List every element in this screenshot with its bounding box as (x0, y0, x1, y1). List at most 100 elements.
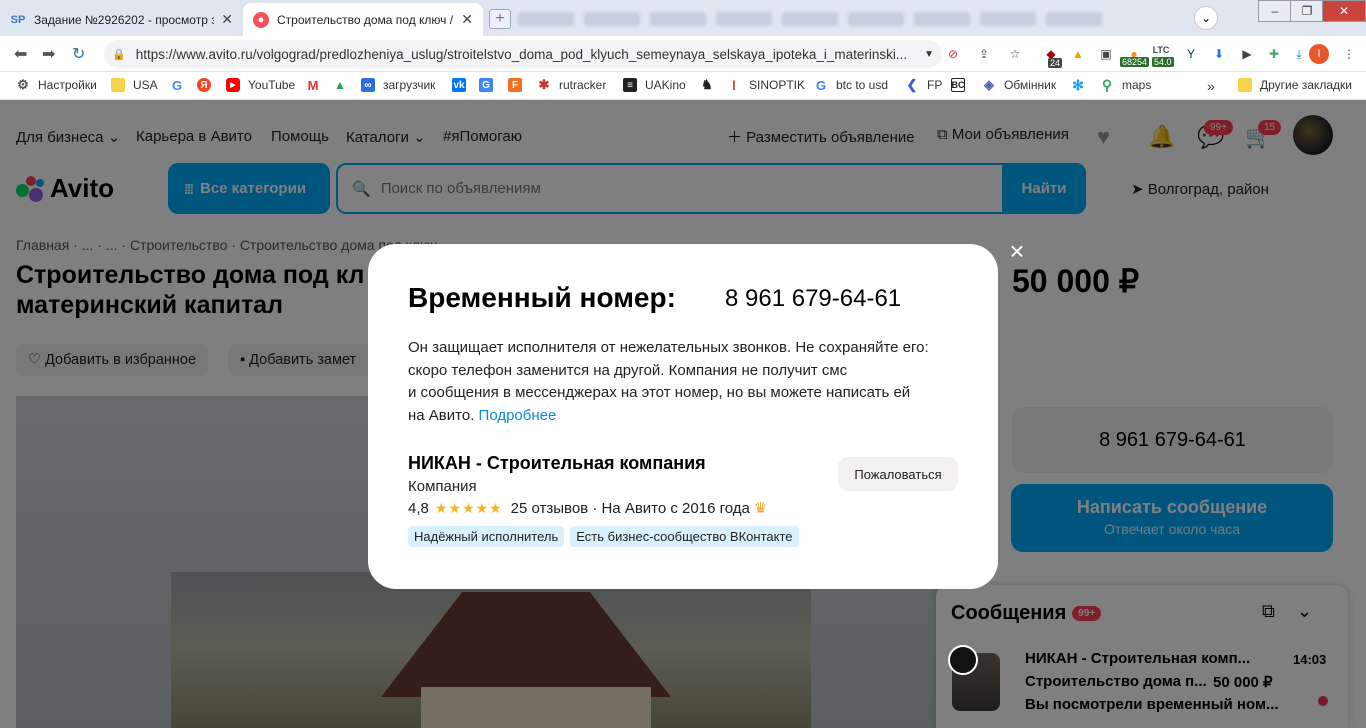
bookmark-snowflake[interactable]: ✻ (1071, 76, 1093, 93)
bookmark-exchange[interactable]: ◈ Обмінник (982, 77, 1057, 92)
bookmark-btc[interactable]: Gbtc to usd (814, 77, 889, 93)
chevron-down-icon[interactable]: ▼ (924, 49, 934, 60)
reload-icon[interactable]: ↻ (72, 44, 85, 64)
bookmark-google[interactable]: G (170, 77, 192, 93)
profile-icon[interactable]: I (1309, 44, 1329, 64)
downloads-icon[interactable]: ⤓ (1290, 44, 1308, 64)
rating-value: 4,8 (408, 499, 429, 517)
rutracker-icon: ✱ (538, 77, 550, 92)
tab-avito[interactable]: ● Строительство дома под ключ / С ✕ (243, 3, 483, 36)
complain-button[interactable]: Пожаловаться (838, 457, 958, 491)
menu-icon[interactable]: ⋮ (1340, 44, 1358, 64)
uakino-icon: ≡ (623, 78, 637, 92)
temporary-number-modal: Временный номер: 8 961 679-64-61 Он защи… (368, 244, 998, 589)
bookmark-label: maps (1122, 78, 1152, 92)
bookmark-label: USA (133, 78, 158, 92)
exchange-icon: ◈ (984, 77, 994, 92)
thermometer-icon: ǀ (732, 77, 736, 93)
tag-reliable: Надёжный исполнитель (408, 526, 565, 547)
snowflake-icon: ✻ (1072, 76, 1084, 93)
yandex-icon: Я (197, 78, 211, 92)
address-bar-row: ⬅ ➡ ↻ 🔒 https://www.avito.ru/volgograd/p… (0, 36, 1366, 72)
download-ext-icon[interactable]: ⬇ (1210, 44, 1228, 64)
vk-icon: vk (452, 78, 466, 92)
share-icon[interactable]: ⇪ (975, 44, 993, 64)
youtube-icon: ▶ (226, 78, 240, 92)
bookmark-f[interactable]: F (508, 78, 530, 92)
more-link[interactable]: Подробнее (479, 407, 557, 424)
terminal-icon[interactable]: ▶ (1238, 44, 1256, 64)
blocked-popup-icon[interactable]: ⊘ (944, 44, 962, 64)
bookmark-bc[interactable]: BC (951, 78, 973, 92)
company-type: Компания (408, 478, 477, 495)
bookmarks-overflow[interactable]: » (1207, 78, 1215, 94)
back-icon[interactable]: ⬅ (14, 44, 27, 64)
google-icon: G (815, 77, 827, 93)
tab-search-icon[interactable]: ⌄ (1194, 6, 1218, 30)
bookmark-maps[interactable]: ⚲ maps (1100, 76, 1152, 93)
company-avatar (948, 645, 978, 675)
bookmark-label: загрузчик (383, 78, 436, 92)
bookmark-loader[interactable]: ∞ загрузчик (361, 78, 435, 92)
bookmark-label: Другие закладки (1260, 78, 1352, 92)
bookmark-settings[interactable]: ⚙ Настройки (16, 77, 97, 92)
avito-favicon-icon: ● (253, 11, 269, 28)
tab-close-icon[interactable]: ✕ (215, 11, 233, 28)
drive-icon: ▲ (334, 78, 346, 92)
company-tags: Надёжный исполнитель Есть бизнес-сообщес… (408, 526, 799, 547)
bookmark-youtube[interactable]: ▶ YouTube (226, 78, 295, 92)
bc-icon: BC (951, 78, 965, 92)
bookmark-uakino[interactable]: ≡ UAKino (623, 78, 686, 92)
bookmarks-bar: ⚙ Настройки USA G Я ▶ YouTube M ▲ ∞ загрузч… (0, 72, 1366, 100)
gmail-icon: M (307, 77, 319, 93)
folder-icon (111, 78, 125, 92)
bookmark-vk[interactable]: vk (452, 78, 474, 92)
modal-description: Он защищает исполнителя от нежелательных… (408, 339, 929, 424)
bookmark-translate[interactable]: G (479, 78, 501, 92)
company-rating: 4,8 ★★★★★ 25 отзывов · На Авито с 2016 г… (408, 499, 768, 518)
bookmark-yandex[interactable]: Я (197, 78, 219, 92)
bookmark-usa[interactable]: USA (111, 78, 158, 92)
bookmark-chess[interactable]: ♞ (700, 77, 722, 92)
bookmark-rutracker[interactable]: ✱ rutracker (537, 77, 607, 92)
bookmark-label: Настройки (38, 78, 97, 92)
lock-icon: 🔒 (112, 48, 126, 61)
sp-favicon-icon: SP (10, 13, 26, 26)
company-name[interactable]: НИКАН - Строительная компания (408, 453, 706, 474)
forward-icon[interactable]: ➡ (42, 44, 55, 64)
star-rating-icon: ★★★★★ (434, 499, 503, 516)
close-icon[interactable]: × (1005, 238, 1029, 264)
maps-icon: ⚲ (1101, 76, 1113, 93)
bookmark-label: Обмінник (1004, 78, 1057, 92)
temporary-number: 8 961 679-64-61 (725, 285, 902, 312)
folder-icon (1238, 78, 1252, 92)
tab-close-icon[interactable]: ✕ (455, 11, 473, 28)
btc-price: 68254 (1120, 57, 1150, 67)
since-label: · На Авито с 2016 года (592, 499, 750, 517)
close-window-icon[interactable]: ✕ (1322, 0, 1366, 22)
briefcase-icon[interactable]: ▣ (1097, 44, 1115, 64)
new-tab-icon[interactable]: + (489, 9, 511, 29)
shield-ext-icon[interactable]: ▲ (1069, 44, 1087, 64)
fp-icon: ❮ (906, 77, 918, 92)
medal-icon: ♛ (753, 500, 768, 517)
bookmark-label: SINOPTIK (749, 78, 806, 92)
tag-vk-community: Есть бизнес-сообщество ВКонтакте (570, 526, 799, 547)
reviews-link[interactable]: 25 отзывов (511, 500, 589, 517)
bookmark-sinoptik[interactable]: ǀ SINOPTIK (727, 77, 806, 93)
minimize-icon[interactable]: – (1258, 0, 1292, 22)
bookmark-gmail[interactable]: M (306, 77, 328, 93)
restore-icon[interactable]: ❐ (1290, 0, 1324, 22)
tab-task[interactable]: SP Задание №2926202 - просмотр за ✕ (0, 3, 243, 36)
url-field[interactable]: 🔒 https://www.avito.ru/volgograd/predloz… (104, 40, 942, 68)
vpn-icon[interactable]: Y (1182, 44, 1200, 64)
bookmark-fp[interactable]: ❮ FP (905, 77, 943, 92)
bookmark-label: btc to usd (836, 78, 889, 92)
gear-icon: ⚙ (17, 77, 29, 92)
bookmark-label: rutracker (559, 78, 607, 92)
bookmark-star-icon[interactable]: ☆ (1006, 44, 1024, 64)
bookmark-drive[interactable]: ▲ (333, 78, 355, 92)
bookmark-other[interactable]: Другие закладки (1238, 78, 1352, 92)
puzzle-icon[interactable]: ✚ (1265, 44, 1283, 64)
google-icon: G (171, 77, 183, 93)
